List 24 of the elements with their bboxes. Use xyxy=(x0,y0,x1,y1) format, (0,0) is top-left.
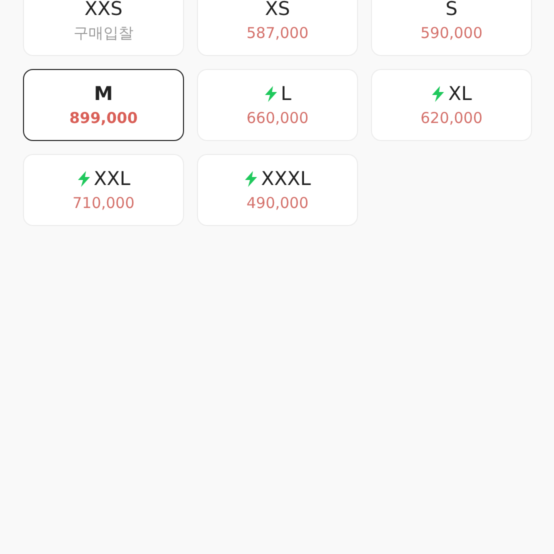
size-label: S xyxy=(445,0,458,20)
size-option[interactable]: M 899,000 xyxy=(23,69,184,141)
size-label: XXXL xyxy=(261,168,311,190)
size-option[interactable]: S 590,000 xyxy=(371,0,532,56)
size-label: XXL xyxy=(94,168,130,190)
price-label: 구매입찰 xyxy=(74,24,134,42)
price-label: 620,000 xyxy=(420,109,483,127)
size-label: XS xyxy=(264,0,290,20)
size-label: M xyxy=(94,83,113,105)
size-option[interactable]: XXL 710,000 xyxy=(23,154,184,226)
size-option[interactable]: XS 587,000 xyxy=(197,0,358,56)
price-label: 490,000 xyxy=(246,194,309,212)
size-option[interactable]: XXS 구매입찰 xyxy=(23,0,184,56)
size-option[interactable]: L 660,000 xyxy=(197,69,358,141)
size-label: XXS xyxy=(84,0,123,20)
price-label: 710,000 xyxy=(72,194,135,212)
size-label: L xyxy=(280,83,292,105)
size-option[interactable]: XXXL 490,000 xyxy=(197,154,358,226)
price-label: 587,000 xyxy=(246,24,309,42)
size-label: XL xyxy=(448,83,472,105)
price-label: 590,000 xyxy=(420,24,483,42)
size-option[interactable]: XL 620,000 xyxy=(371,69,532,141)
price-label: 660,000 xyxy=(246,109,309,127)
price-label: 899,000 xyxy=(69,109,138,127)
